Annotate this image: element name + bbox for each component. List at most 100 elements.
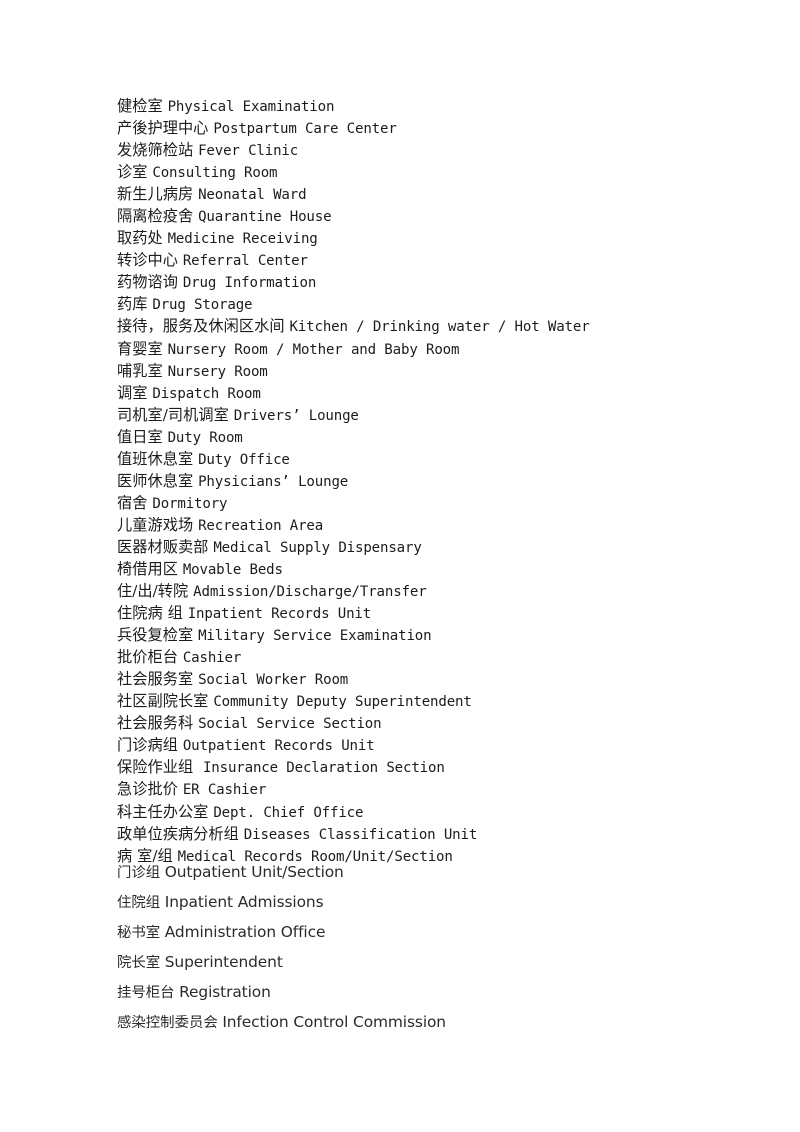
document-page: 健检室 Physical Examination 产後护理中心 Postpartu…	[0, 0, 800, 1132]
glossary-entry-term-zh: 医师休息室	[117, 471, 199, 490]
glossary-entry: 药物谘询 Drug Information	[117, 272, 777, 294]
glossary-entry-term-en: Postpartum Care Center	[213, 121, 397, 138]
glossary-entry-term-en: Referral Center	[182, 253, 308, 270]
glossary-entry-term-en: Kitchen / Drinking water / Hot Water	[289, 319, 590, 336]
glossary-entry: 转诊中心 Referral Center	[117, 250, 777, 272]
glossary-entry: 住院病 组 Inpatient Records Unit	[117, 603, 777, 625]
glossary-entry-term-en: Movable Beds	[182, 561, 283, 578]
glossary-entry: 调室 Dispatch Room	[117, 383, 777, 405]
glossary-entry-term-zh: 值班休息室	[117, 449, 199, 468]
glossary-entry-term-en: Drug Information	[182, 275, 317, 292]
glossary-entry: 政单位疾病分析组 Diseases Classification Unit	[117, 824, 777, 846]
glossary-entry-term-en: Social Service Section	[198, 716, 382, 733]
glossary-entry: 哺乳室 Nursery Room	[117, 361, 777, 383]
glossary-entry-term-zh: 产後护理中心	[117, 119, 214, 138]
glossary-entry-term-zh: 门诊组	[117, 865, 165, 881]
glossary-entry-term-en: Dept. Chief Office	[213, 804, 364, 821]
glossary-entry-term-zh: 药库	[117, 295, 153, 314]
glossary-entry-term-en: Inpatient Admissions	[164, 892, 324, 911]
glossary-entry-term-zh: 隔离检疫舍	[117, 207, 199, 226]
glossary-entry-term-zh: 发烧筛检站	[117, 141, 199, 160]
glossary-entry-term-zh: 健检室	[117, 97, 168, 115]
glossary-entry-term-en: Duty Office	[198, 451, 290, 468]
glossary-entry-term-en: Physicians’ Lounge	[198, 473, 349, 490]
glossary-entry-term-zh: 司机室/司机调室	[117, 405, 234, 424]
glossary-entry-term-en: Military Service Examination	[198, 628, 432, 645]
glossary-entry-term-en: Infection Control Commission	[222, 1012, 446, 1031]
glossary-entry-term-en: Medicine Receiving	[167, 231, 318, 248]
glossary-entry-term-en: Registration	[179, 982, 271, 1001]
glossary-entry-term-zh: 急诊批价	[117, 780, 183, 799]
glossary-entry-term-en: Diseases Classification Unit	[243, 826, 478, 843]
glossary-entry-term-en: Nursery Room	[167, 363, 268, 380]
glossary-entry: 药库 Drug Storage	[117, 294, 777, 316]
glossary-entry-term-en: Outpatient Unit/Section	[164, 863, 344, 881]
glossary-entry-term-zh: 住院病 组	[117, 604, 188, 623]
glossary-entry: 保险作业组 Insurance Declaration Section	[117, 757, 777, 779]
glossary-entry: 值班休息室 Duty Office	[117, 449, 777, 471]
glossary-entry-term-en: Fever Clinic	[198, 143, 299, 160]
glossary-entry-term-en: Inpatient Records Unit	[187, 606, 372, 623]
glossary-entry-term-zh: 椅借用区	[117, 559, 183, 578]
glossary-entry: 隔离检疫舍 Quarantine House	[117, 206, 777, 228]
glossary-entry: 医器材贩卖部 Medical Supply Dispensary	[117, 537, 777, 559]
glossary-entry-term-zh: 转诊中心	[117, 251, 183, 270]
glossary-entry: 社会服务室 Social Worker Room	[117, 669, 777, 691]
glossary-entry-term-en: Consulting Room	[152, 165, 278, 182]
glossary-entry: 接待，服务及休闲区水间 Kitchen / Drinking water / H…	[117, 316, 777, 338]
glossary-entry-term-en: Community Deputy Superintendent	[213, 694, 472, 711]
glossary-entry: 社区副院长室 Community Deputy Superintendent	[117, 691, 777, 713]
glossary-entry-term-en: Drivers’ Lounge	[233, 407, 359, 424]
glossary-entry-term-zh: 政单位疾病分析组	[117, 824, 244, 843]
glossary-entry-term-en: Recreation Area	[198, 517, 324, 534]
glossary-entry-term-zh: 兵役复检室	[117, 626, 199, 645]
glossary-entry: 科主任办公室 Dept. Chief Office	[117, 802, 777, 824]
glossary-entry: 感染控制委员会 Infection Control Commission	[117, 1008, 777, 1038]
glossary-entry-term-en: Social Worker Room	[198, 672, 349, 689]
glossary-entry-term-zh: 取药处	[117, 229, 168, 248]
glossary-entry-term-zh: 保险作业组	[117, 758, 203, 777]
glossary-entry: 挂号柜台 Registration	[117, 978, 777, 1008]
glossary-entry-term-en: Duty Room	[167, 429, 243, 446]
glossary-entry-term-en: Drug Storage	[152, 297, 253, 314]
glossary-entry-term-zh: 儿童游戏场	[117, 515, 199, 534]
glossary-entry-term-zh: 批价柜台	[117, 648, 183, 667]
glossary-list-sans: 门诊组 Outpatient Unit/Section 住院组 Inpatient…	[117, 858, 777, 1037]
glossary-entry-term-zh: 社会服务科	[117, 714, 199, 733]
glossary-entry-term-en: Nursery Room / Mother and Baby Room	[167, 341, 460, 358]
glossary-entry-term-zh: 挂号柜台	[117, 984, 180, 1001]
glossary-entry-term-en: Outpatient Records Unit	[182, 738, 375, 755]
glossary-entry-term-zh: 调室	[117, 383, 153, 402]
glossary-entry-term-zh: 医器材贩卖部	[117, 537, 214, 556]
glossary-entry: 批价柜台 Cashier	[117, 647, 777, 669]
glossary-entry: 产後护理中心 Postpartum Care Center	[117, 118, 777, 140]
glossary-entry-term-en: Medical Supply Dispensary	[213, 539, 422, 556]
glossary-entry: 宿舍 Dormitory	[117, 493, 777, 515]
glossary-entry-term-zh: 感染控制委员会	[117, 1014, 223, 1031]
glossary-entry-term-en: Admission/Discharge/Transfer	[193, 584, 427, 601]
glossary-entry-term-zh: 值日室	[117, 427, 168, 446]
glossary-entry-term-zh: 科主任办公室	[117, 802, 214, 821]
glossary-entry-term-en: Quarantine House	[198, 209, 332, 226]
glossary-entry: 住/出/转院 Admission/Discharge/Transfer	[117, 581, 777, 603]
glossary-entry: 取药处 Medicine Receiving	[117, 228, 777, 250]
glossary-entry-term-zh: 新生儿病房	[117, 185, 199, 204]
glossary-entry: 健检室 Physical Examination	[117, 96, 777, 118]
glossary-entry: 诊室 Consulting Room	[117, 162, 777, 184]
glossary-entry: 兵役复检室 Military Service Examination	[117, 625, 777, 647]
glossary-entry: 急诊批价 ER Cashier	[117, 779, 777, 801]
glossary-entry: 育婴室 Nursery Room / Mother and Baby Room	[117, 339, 777, 361]
glossary-entry-term-zh: 药物谘询	[117, 273, 183, 292]
glossary-entry-term-en: Insurance Declaration Section	[202, 760, 445, 777]
glossary-entry: 医师休息室 Physicians’ Lounge	[117, 471, 777, 493]
glossary-list-serif: 健检室 Physical Examination 产後护理中心 Postpartu…	[117, 96, 777, 868]
glossary-entry-term-en: Physical Examination	[167, 99, 335, 115]
glossary-entry-term-zh: 秘书室	[117, 924, 165, 941]
glossary-entry: 门诊组 Outpatient Unit/Section	[117, 858, 777, 888]
glossary-entry: 椅借用区 Movable Beds	[117, 559, 777, 581]
glossary-entry-term-zh: 宿舍	[117, 493, 153, 512]
glossary-entry-term-zh: 诊室	[117, 163, 153, 182]
glossary-entry-term-zh: 育婴室	[117, 339, 168, 358]
glossary-entry-term-zh: 社区副院长室	[117, 692, 214, 711]
glossary-entry-term-en: Superintendent	[164, 952, 283, 971]
